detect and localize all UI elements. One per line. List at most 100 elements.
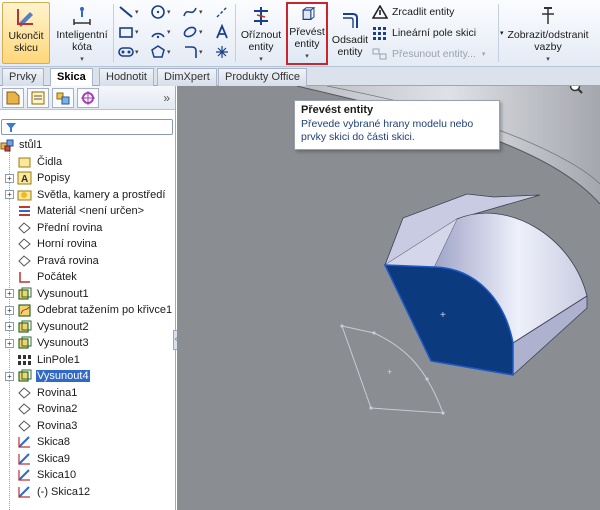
rectangle-tool[interactable]: ▾: [118, 23, 142, 41]
tree-item-label: Pravá rovina: [37, 254, 99, 267]
expand-toggle-icon[interactable]: +: [5, 322, 14, 332]
move-entities-button[interactable]: Přesunout entity... ▾: [372, 47, 485, 61]
tree-item[interactable]: Skica10: [0, 467, 176, 484]
expand-toggle-icon[interactable]: +: [5, 173, 14, 183]
tree-item[interactable]: Skica8: [0, 434, 176, 451]
tree-item-label: Vysunout4: [36, 370, 90, 383]
tree-item[interactable]: Rovina2: [0, 401, 176, 418]
tree-item-label: Popisy: [37, 172, 71, 185]
expand-toggle-icon[interactable]: +: [5, 305, 14, 315]
spline-icon: [183, 7, 197, 17]
point-icon: [216, 46, 228, 58]
sweep-cut-icon: [18, 304, 31, 317]
tab-features[interactable]: Prvky: [2, 68, 44, 86]
display-relations-label: Zobrazit/odstranit vazby: [507, 29, 589, 53]
tree-item[interactable]: + Vysunout3: [0, 335, 176, 352]
tree-item[interactable]: + Odebrat tažením po křivce1: [0, 302, 176, 319]
tree-root-label: stůl1: [19, 139, 43, 152]
mirror-entities-button[interactable]: Zrcadlit entity: [372, 5, 454, 19]
sketch-icon: [18, 486, 30, 498]
linear-pattern-button[interactable]: Lineární pole skici ▾: [372, 26, 504, 40]
smart-dimension-icon: [73, 7, 91, 25]
sketch-icon: [18, 453, 30, 465]
mirror-icon: [372, 5, 388, 19]
tree-item[interactable]: + Vysunout2: [0, 319, 176, 336]
tree-item[interactable]: + Vysunout1: [0, 286, 176, 303]
offset-icon: [343, 13, 358, 28]
tree-item[interactable]: Rovina1: [0, 385, 176, 402]
expand-toggle-icon[interactable]: +: [5, 289, 14, 299]
configuration-manager-tab[interactable]: [52, 87, 74, 108]
tree-item-label: LinPole1: [37, 353, 80, 366]
spline-tool[interactable]: ▾: [182, 3, 206, 21]
slot-icon: [118, 47, 134, 57]
tooltip: Převést entity Převede vybrané hrany mod…: [294, 100, 500, 150]
ellipse-tool[interactable]: ▾: [182, 23, 206, 41]
chevron-down-icon[interactable]: ▾: [305, 51, 309, 63]
ellipse-icon: [183, 26, 197, 38]
tree-item-label: Čidla: [37, 155, 63, 168]
trim-entities-label: Oříznout entity: [240, 29, 282, 53]
expand-panel-icon[interactable]: »: [163, 91, 170, 105]
circle-icon: [151, 5, 165, 19]
tab-dimxpert[interactable]: DimXpert: [157, 68, 217, 86]
expand-toggle-icon[interactable]: +: [5, 190, 14, 200]
configuration-icon: [56, 92, 70, 104]
circle-tool[interactable]: ▾: [150, 3, 174, 21]
tab-office-products[interactable]: Produkty Office: [218, 68, 307, 86]
chevron-down-icon[interactable]: ▾: [482, 50, 486, 58]
exit-sketch-label: Ukončit skicu: [8, 30, 44, 54]
exit-sketch-button[interactable]: Ukončit skicu: [2, 2, 50, 64]
chevron-down-icon[interactable]: ▾: [80, 54, 84, 66]
linear-pattern-label: Lineární pole skici: [392, 27, 477, 39]
tree-item-label: Počátek: [37, 271, 77, 284]
tree-item[interactable]: + Vysunout4: [0, 368, 176, 385]
tree-filter-input[interactable]: [1, 119, 173, 135]
tree-item[interactable]: + Světla, kamery a prostředí: [0, 187, 176, 204]
smart-dimension-button[interactable]: Inteligentní kóta ▾: [54, 5, 110, 66]
trim-entities-button[interactable]: Oříznout entity ▾: [238, 5, 284, 66]
tree-item[interactable]: Čidla: [0, 154, 176, 171]
expand-toggle-icon[interactable]: +: [5, 371, 14, 381]
move-entities-icon: [372, 48, 387, 60]
arc-tool[interactable]: ▾: [150, 23, 174, 41]
expand-toggle-icon[interactable]: +: [5, 338, 14, 348]
tree-item-label: Materiál <není určen>: [37, 205, 145, 218]
plane-icon: [18, 403, 31, 415]
tree-item[interactable]: Skica9: [0, 451, 176, 468]
tree-item-label: Vysunout2: [37, 320, 89, 333]
tab-evaluate[interactable]: Hodnotit: [99, 68, 154, 86]
tree-item[interactable]: Materiál <není určen>: [0, 203, 176, 220]
tree-item[interactable]: Přední rovina: [0, 220, 176, 237]
linear-pattern-icon: [373, 27, 386, 40]
chevron-down-icon[interactable]: ▾: [546, 54, 550, 66]
polygon-tool[interactable]: ▾: [150, 43, 174, 61]
part-icon: [0, 139, 14, 152]
feature-tree: stůl1 Čidla + A Popisy + Světla, kamery a pro…: [0, 137, 176, 500]
ribbon-divider: [113, 4, 114, 62]
zoom-icon[interactable]: [568, 86, 584, 95]
tree-root[interactable]: stůl1: [0, 137, 176, 154]
chevron-down-icon[interactable]: ▾: [259, 54, 263, 66]
panel-tabs: »: [0, 86, 175, 110]
tree-item[interactable]: Pravá rovina: [0, 253, 176, 270]
offset-entities-label: Odsadit entity: [331, 34, 369, 58]
fillet-tool[interactable]: ▾: [182, 43, 206, 61]
tree-item[interactable]: + A Popisy: [0, 170, 176, 187]
tree-item[interactable]: (-) Skica12: [0, 484, 176, 501]
display-relations-button[interactable]: Zobrazit/odstranit vazby ▾: [500, 5, 596, 66]
convert-entities-button[interactable]: Převést entity ▾: [286, 2, 328, 65]
extrude-icon: [18, 369, 32, 382]
plane-icon: [18, 255, 31, 267]
dimxpert-manager-tab[interactable]: [77, 87, 99, 108]
slot-tool[interactable]: ▾: [118, 43, 142, 61]
tree-item[interactable]: Rovina3: [0, 418, 176, 435]
tree-item[interactable]: LinPole1: [0, 352, 176, 369]
line-tool[interactable]: ▾: [118, 3, 142, 21]
tab-sketch[interactable]: Skica: [50, 68, 93, 87]
feature-manager-tab[interactable]: [2, 87, 24, 108]
tree-item[interactable]: Počátek: [0, 269, 176, 286]
property-manager-tab[interactable]: [27, 87, 49, 108]
offset-entities-button[interactable]: Odsadit entity: [332, 10, 368, 58]
tree-item[interactable]: Horní rovina: [0, 236, 176, 253]
